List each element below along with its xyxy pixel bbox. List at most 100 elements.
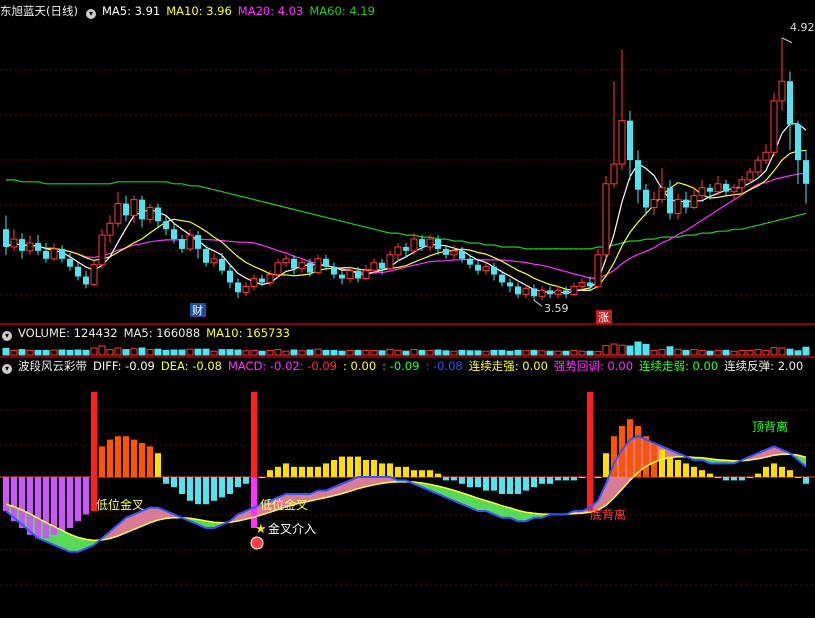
candle-body — [139, 200, 145, 220]
price-title: 东旭蓝天(日线) — [0, 4, 78, 18]
macd-bar — [291, 467, 297, 477]
macd-bar — [11, 477, 17, 521]
candle-body — [419, 239, 425, 247]
candle-body — [275, 263, 281, 275]
volume-bar — [763, 350, 769, 355]
finance-badge-label: 财 — [192, 303, 203, 317]
macd-bar — [699, 470, 705, 477]
volume-bar — [379, 351, 385, 355]
candle-body — [299, 263, 305, 269]
dea-label: DEA: -0.08 — [161, 359, 222, 373]
volume-bar — [755, 350, 761, 355]
macd-bar — [459, 477, 465, 484]
volume-bar — [99, 346, 105, 355]
volume-bar — [43, 350, 49, 355]
candle-body — [779, 81, 785, 101]
macd-bar — [403, 467, 409, 477]
macd-bar — [19, 477, 25, 528]
macd-bar — [467, 477, 473, 487]
macd-bar — [571, 477, 577, 480]
volume-bar — [803, 347, 809, 355]
macd-bar — [715, 477, 721, 478]
value-2: : 0.00 — [343, 359, 376, 373]
candle-body — [155, 207, 161, 221]
macd-bar — [435, 474, 441, 477]
volume-bar — [715, 350, 721, 355]
macd-bar — [363, 460, 369, 477]
chart-stage[interactable]: 4.92 3.59 财 涨 低位金叉 低位金叉 ★ 金叉介入 底背离 顶背离 东… — [0, 0, 815, 614]
macd-bar — [27, 477, 33, 535]
candle-body — [451, 251, 457, 255]
macd-bar — [475, 477, 481, 487]
candle-body — [123, 204, 129, 216]
stock-chart-svg[interactable]: 4.92 3.59 财 涨 低位金叉 低位金叉 ★ 金叉介入 底背离 顶背离 — [0, 0, 815, 614]
macd-bar — [627, 419, 633, 477]
candle-body — [411, 239, 417, 251]
macd-bar — [523, 477, 529, 491]
macd-bar — [59, 477, 65, 531]
volume-bar — [347, 350, 353, 355]
price-high-marker: 4.92 — [790, 21, 815, 34]
signal-bar — [587, 392, 593, 511]
macd-bar — [275, 467, 281, 477]
chevron-down-icon[interactable]: ▾ — [2, 331, 12, 341]
volume-bar — [75, 350, 81, 355]
macd-bar — [739, 477, 745, 480]
macd-bar — [419, 470, 425, 477]
candle-body — [603, 184, 609, 255]
macd-bar — [179, 477, 185, 494]
candle-body — [675, 200, 681, 214]
macd-bar — [227, 477, 233, 494]
macd-bar — [219, 477, 225, 497]
volume-header: ▾VOLUME: 124432MA5: 166088MA10: 165733 — [0, 324, 296, 342]
chevron-down-icon[interactable]: ▾ — [2, 364, 12, 374]
volume-bar — [443, 351, 449, 355]
chevron-down-icon[interactable]: ▾ — [86, 9, 96, 19]
volume-bar — [115, 348, 121, 355]
macd-bar — [107, 440, 113, 477]
macd-bar — [307, 467, 313, 477]
volume-bar — [603, 346, 609, 355]
ma10-label: MA10: 3.96 — [166, 4, 232, 18]
macd-bar — [67, 477, 73, 528]
volume-bar — [771, 348, 777, 355]
macd-bar — [395, 467, 401, 477]
candle-body — [483, 267, 489, 271]
candle-body — [563, 290, 569, 294]
low-pointer — [534, 300, 542, 306]
candle-body — [131, 200, 137, 216]
price-low-marker: 3.59 — [544, 302, 569, 315]
volume-bar — [483, 351, 489, 355]
candle-body — [363, 271, 369, 279]
volume-bar — [707, 351, 713, 355]
candle-body — [787, 81, 793, 124]
ma20-line — [6, 173, 806, 278]
volume-bar — [11, 350, 17, 355]
candle-body — [443, 249, 449, 255]
annotation-bottom-divergence: 底背离 — [590, 507, 626, 522]
macd-bar — [99, 446, 105, 477]
macd-bar — [387, 463, 393, 477]
macd-bar — [515, 477, 521, 494]
candle-body — [195, 235, 201, 249]
volume-bar — [747, 350, 753, 355]
volume-bar — [739, 350, 745, 355]
candle-body — [179, 239, 185, 249]
candle-body — [371, 263, 377, 271]
volume-bar — [659, 350, 665, 355]
volume-bar — [235, 350, 241, 355]
volume-bar — [467, 351, 473, 355]
candle-body — [283, 259, 289, 263]
candle-body — [267, 275, 273, 283]
volume-bar — [683, 350, 689, 355]
macd-bar — [803, 477, 809, 484]
candle-body — [355, 271, 361, 279]
macd-bar — [451, 477, 457, 480]
candle-body — [651, 200, 657, 208]
macd-bar — [795, 477, 801, 478]
macd-bar — [675, 460, 681, 477]
candle-body — [11, 239, 17, 247]
candle-body — [91, 265, 97, 285]
candle-body — [395, 247, 401, 255]
candle-body — [83, 277, 89, 285]
